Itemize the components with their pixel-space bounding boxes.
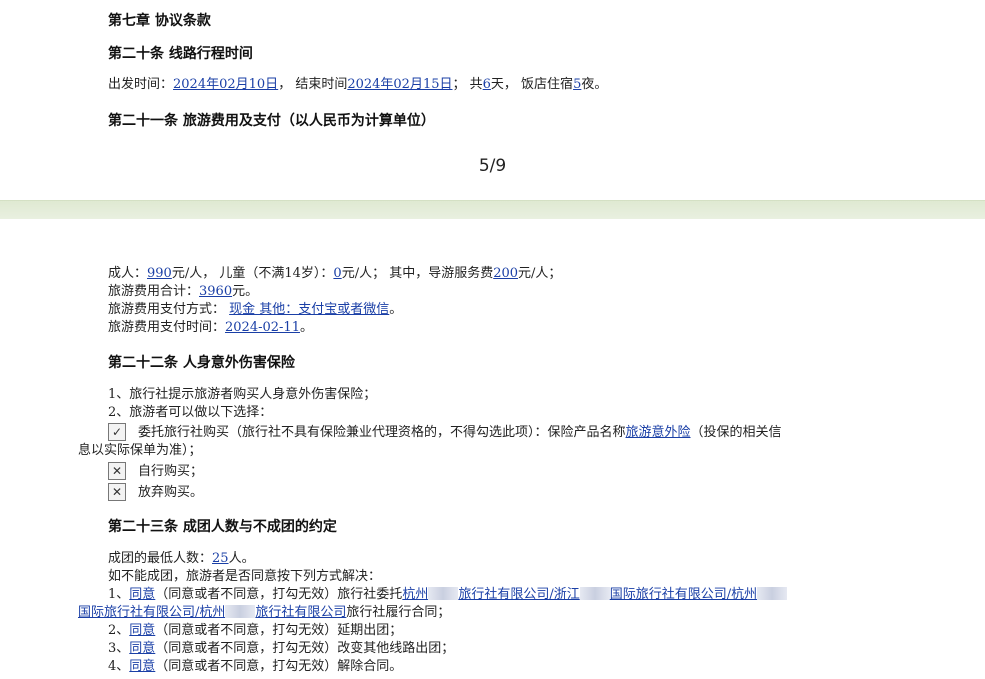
- agree-1: 同意: [129, 587, 156, 602]
- total-line: 旅游费用合计：3960元。: [108, 284, 259, 299]
- child-price: 0: [333, 266, 342, 281]
- fees-line: 成人：990元/人， 儿童（不满14岁）：0元/人； 其中，导游服务费200元/…: [108, 266, 562, 281]
- redacted-block: [579, 587, 610, 600]
- checkbox-self-purchase[interactable]: ✕: [108, 462, 126, 480]
- insurance-item-1: 1、旅行社提示旅游者购买人身意外伤害保险；: [108, 387, 377, 402]
- min-group-line: 成团的最低人数：25人。: [108, 551, 255, 566]
- checkbox-entrust-purchase[interactable]: ✓: [108, 423, 126, 441]
- resolution-option-4: 4、同意（同意或者不同意，打勾无效）解除合同。: [108, 659, 403, 674]
- payment-time: 2024-02-11: [225, 320, 300, 335]
- payment-time-line: 旅游费用支付时间：2024-02-11。: [108, 320, 313, 335]
- checkbox-decline-purchase[interactable]: ✕: [108, 483, 126, 501]
- option-entrust-label: 委托旅行社购买（旅行社不具有保险兼业代理资格的，不得勾选此项）：保险产品名称旅游…: [138, 425, 782, 440]
- insurance-product: 旅游意外险: [625, 425, 691, 440]
- document-page-top: 第七章 协议条款 第二十条 线路行程时间 出发时间：2024年02月10日， 结…: [0, 0, 985, 200]
- option-self-label: 自行购买；: [138, 464, 204, 479]
- adult-price: 990: [147, 266, 172, 281]
- redacted-block: [225, 605, 256, 618]
- resolution-option-1-wrap: 国际旅行社有限公司/杭州 旅行社有限公司旅行社履行合同；: [78, 605, 451, 620]
- article-23-heading: 第二十三条 成团人数与不成团的约定: [108, 519, 337, 535]
- resolution-option-2: 2、同意（同意或者不同意，打勾无效）延期出团；: [108, 623, 403, 638]
- article-20-heading: 第二十条 线路行程时间: [108, 46, 253, 62]
- option-decline-label: 放弃购买。: [138, 485, 204, 500]
- end-date: 2024年02月15日: [347, 77, 453, 92]
- agency-list: 杭州 旅行社有限公司/浙江 国际旅行社有限公司/杭州: [402, 587, 788, 602]
- insurance-item-2: 2、旅游者可以做以下选择：: [108, 405, 273, 420]
- redacted-block: [428, 587, 459, 600]
- days-count: 6: [482, 77, 491, 92]
- article-22-heading: 第二十二条 人身意外伤害保险: [108, 355, 295, 371]
- option-entrust-wrap: 息以实际保单为准）；: [78, 443, 202, 458]
- min-count: 25: [212, 551, 229, 566]
- resolution-option-3: 3、同意（同意或者不同意，打勾无效）改变其他线路出团；: [108, 641, 455, 656]
- total-amount: 3960: [199, 284, 233, 299]
- resolution-option-1: 1、同意（同意或者不同意，打勾无效）旅行社委托杭州 旅行社有限公司/浙江 国际旅行社…: [108, 586, 788, 604]
- page-separator: [0, 200, 985, 219]
- agree-3: 同意: [129, 641, 156, 656]
- depart-date: 2024年02月10日: [173, 77, 279, 92]
- redacted-block: [757, 587, 788, 600]
- itinerary-line: 出发时间：2024年02月10日， 结束时间2024年02月15日； 共6天， …: [108, 77, 608, 92]
- payment-method: 现金 其他：支付宝或者微信: [229, 302, 390, 317]
- if-not-formed-line: 如不能成团，旅游者是否同意按下列方式解决：: [108, 569, 382, 584]
- guide-fee: 200: [493, 266, 519, 281]
- article-21-heading: 第二十一条 旅游费用及支付（以人民币为计算单位）: [108, 113, 435, 129]
- payment-method-line: 旅游费用支付方式： 现金 其他：支付宝或者微信。: [108, 302, 403, 317]
- agree-4: 同意: [129, 659, 156, 674]
- agree-2: 同意: [129, 623, 156, 638]
- chapter-heading: 第七章 协议条款: [108, 13, 211, 29]
- page-indicator: 5/9: [478, 156, 507, 176]
